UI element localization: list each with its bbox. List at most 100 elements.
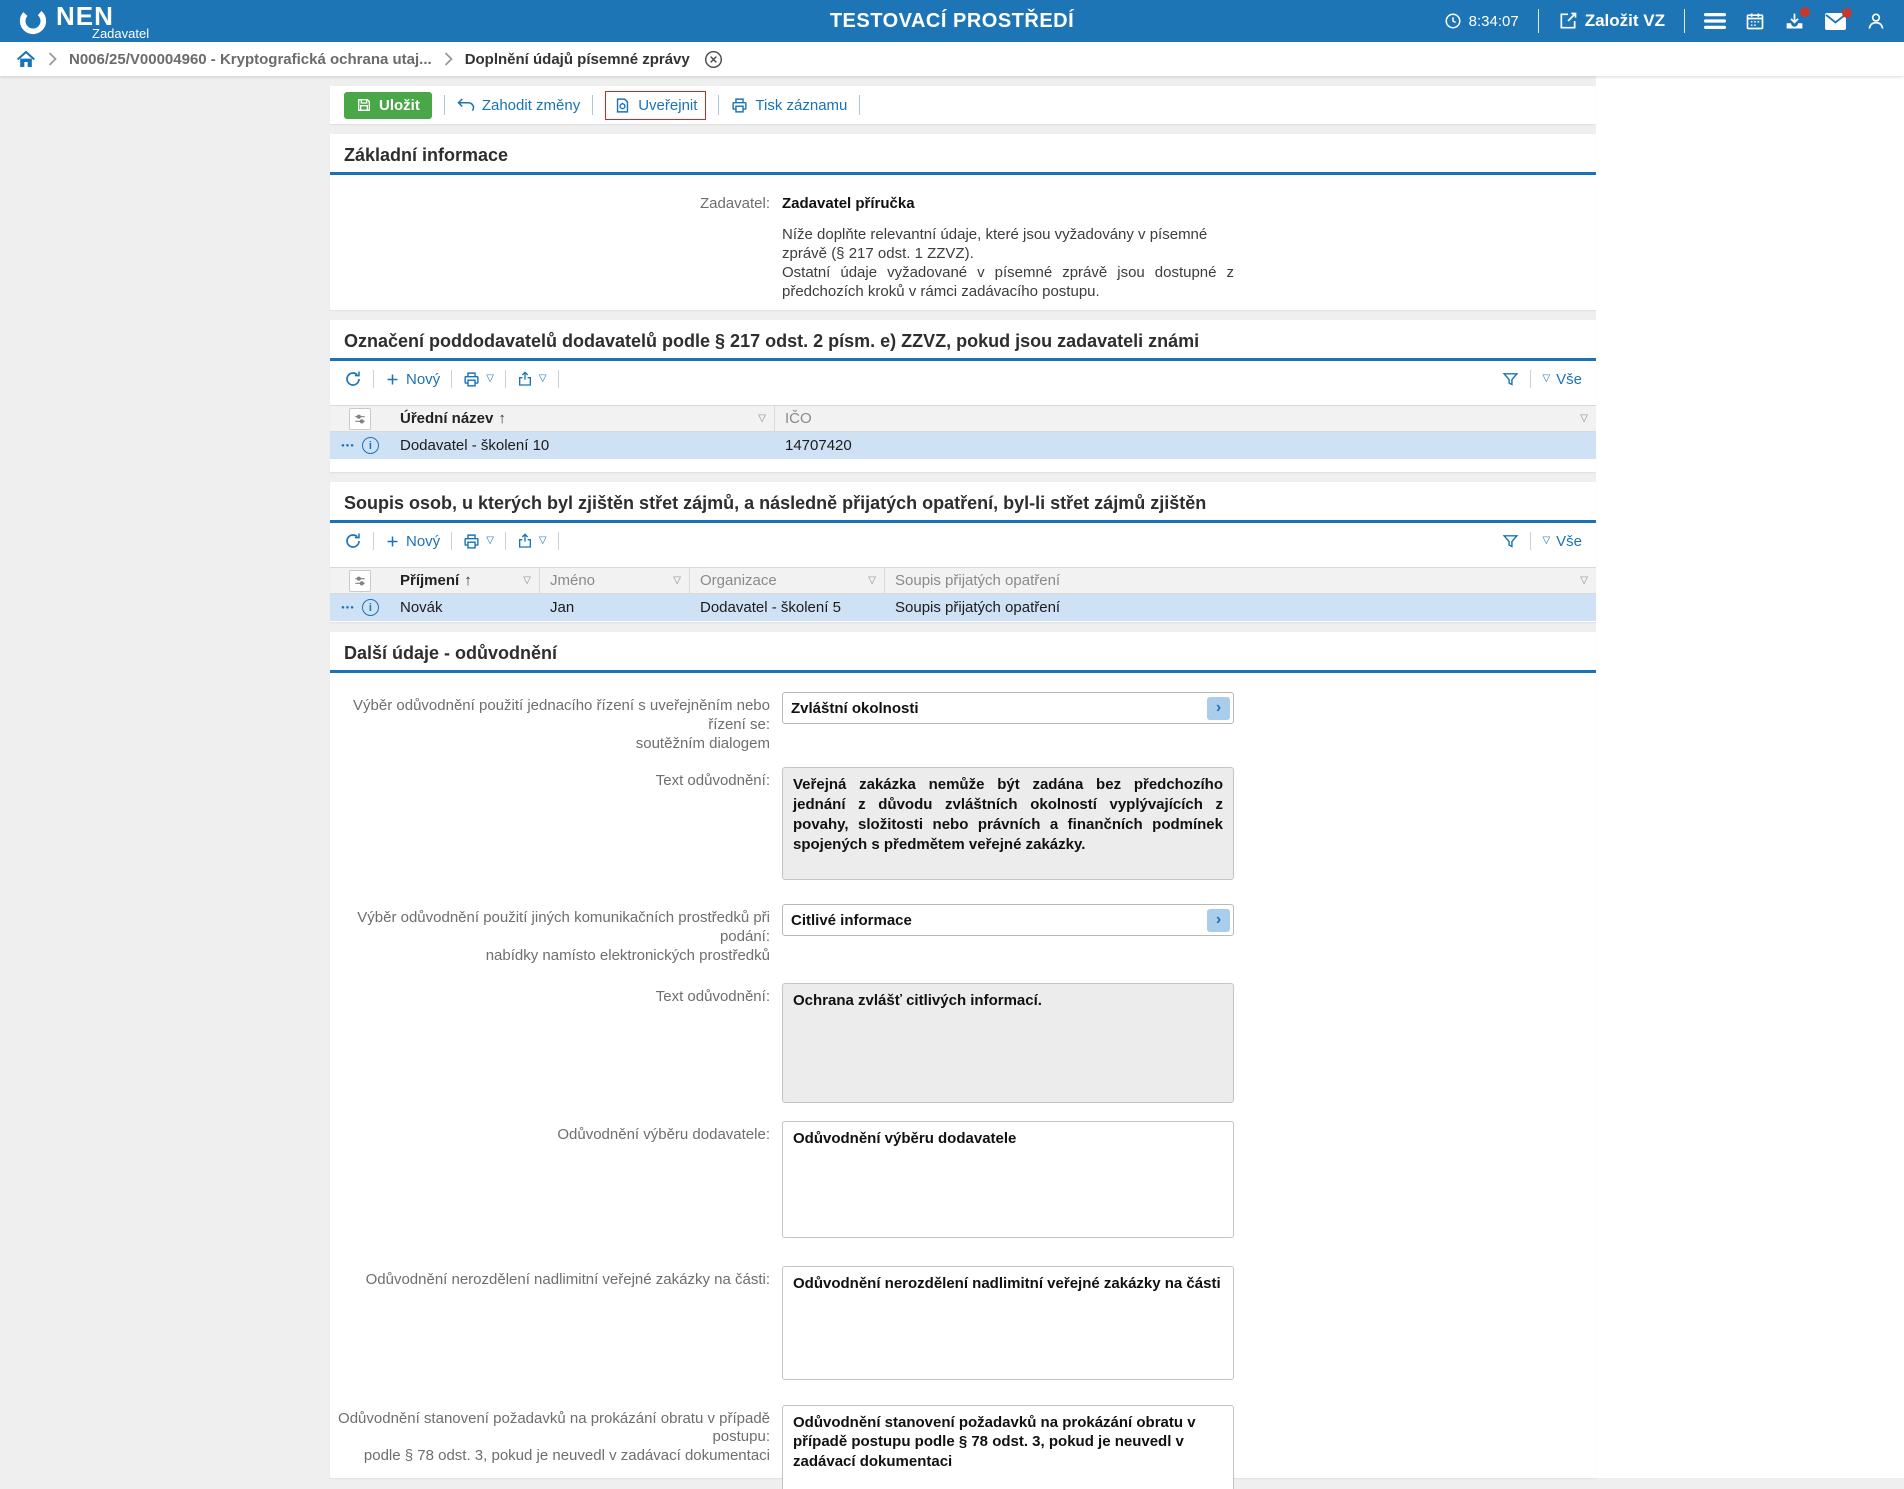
filter-icon[interactable] [1502, 371, 1519, 388]
note-line-2: Ostatní údaje vyžadované v písemné zpráv… [782, 263, 1234, 300]
table-header: Příjmení ↑ ▽ Jméno ▽ Organizace ▽ Soupis… [330, 567, 1596, 594]
reason-text-2-textarea[interactable]: Ochrana zvlášť citlivých informací. [782, 982, 1234, 1103]
cell-official-name: Dodavatel - školení 10 [400, 437, 550, 454]
create-vz-button[interactable]: Založit VZ [1558, 11, 1665, 31]
supplier-selection-reason-label: Odůvodnění výběru dodavatele: [557, 1125, 770, 1143]
save-icon [356, 97, 372, 113]
subcontractors-section: Označení poddodavatelů dodavatelů podle … [330, 320, 1596, 472]
screen: NEN Zadavatel TESTOVACÍ PROSTŘEDÍ 8:34:0… [0, 0, 1904, 1489]
reason-text-textarea[interactable]: Veřejná zakázka nemůže být zadána bez př… [782, 767, 1234, 881]
column-filter-icon[interactable]: ▽ [1580, 575, 1588, 586]
grid-toolbar: Nový ▽ ▽ ▽ Vše [330, 523, 1596, 559]
sort-asc-icon: ↑ [464, 572, 472, 589]
close-icon[interactable] [704, 50, 723, 69]
dropdown-triangle-icon: ▽ [1542, 535, 1551, 546]
user-icon[interactable] [1866, 11, 1886, 31]
divider [1537, 9, 1539, 33]
non-division-reason-label: Odůvodnění nerozdělení nadlimitní veřejn… [365, 1270, 770, 1288]
save-button[interactable]: Uložit [344, 91, 432, 119]
negotiated-procedure-reason-label: Výběr odůvodnění použití jednacího řízen… [353, 697, 770, 752]
info-icon[interactable]: i [361, 437, 379, 454]
divider [373, 532, 374, 550]
negotiated-procedure-reason-select[interactable]: Zvláštní okolnosti › [782, 692, 1234, 724]
new-row-button[interactable]: Nový [385, 533, 440, 550]
logo-subtitle: Zadavatel [92, 25, 150, 41]
turnover-requirements-reason-label: Odůvodnění stanovení požadavků na prokáz… [338, 1409, 770, 1465]
export-grid-button[interactable]: ▽ [517, 371, 547, 387]
nen-logo-icon [18, 6, 48, 36]
divider [504, 532, 506, 550]
chevron-right-icon [48, 52, 57, 66]
breadcrumb-item-procedure[interactable]: N006/25/V00004960 - Kryptografická ochra… [69, 51, 432, 68]
right-panel [1596, 76, 1904, 1478]
communication-means-reason-select[interactable]: Citlivé informace › [782, 904, 1234, 937]
column-settings-icon[interactable] [349, 569, 371, 592]
basic-info-section: Základní informace Zadavatel: Zadavatel … [330, 134, 1596, 310]
row-actions-icon[interactable]: ●●● [341, 605, 355, 611]
printer-icon [731, 97, 748, 114]
clock-display: 8:34:07 [1444, 12, 1519, 30]
mail-icon[interactable] [1824, 7, 1852, 31]
downloads-badge [1800, 6, 1810, 17]
column-header-official-name[interactable]: Úřední název ↑ ▽ [390, 406, 775, 431]
column-filter-icon[interactable]: ▽ [758, 413, 766, 424]
divider [373, 370, 374, 388]
info-icon[interactable]: i [361, 599, 379, 616]
cell-firstname: Jan [550, 599, 575, 616]
non-division-reason-textarea[interactable]: Odůvodnění nerozdělení nadlimitní veřejn… [782, 1265, 1234, 1380]
downloads-icon[interactable] [1784, 6, 1810, 32]
table-header: Úřední název ↑ ▽ IČO ▽ [330, 405, 1596, 432]
additional-form: Výběr odůvodnění použití jednacího řízen… [330, 673, 1596, 1489]
logo-text: NEN [56, 0, 114, 31]
column-settings-icon[interactable] [349, 407, 371, 430]
table-row[interactable]: ●●● i Dodavatel - školení 10 14707420 [330, 432, 1596, 459]
home-icon[interactable] [16, 50, 36, 69]
reason-text-label: Text odůvodnění: [655, 772, 770, 790]
filter-icon[interactable] [1502, 533, 1519, 550]
filter-all-button[interactable]: ▽ Vše [1542, 371, 1582, 388]
column-header-measures[interactable]: Soupis přijatých opatření ▽ [885, 568, 1596, 593]
contracting-authority-value: Zadavatel příručka [782, 195, 915, 212]
export-grid-button[interactable]: ▽ [517, 533, 547, 549]
open-lookup-icon[interactable]: › [1207, 696, 1230, 720]
column-filter-icon[interactable]: ▽ [673, 575, 681, 586]
topbar-actions: 8:34:07 Založit VZ [1444, 6, 1886, 33]
chevron-right-icon [444, 52, 453, 66]
menu-icon[interactable] [1704, 12, 1726, 30]
cell-ico: 14707420 [785, 437, 852, 454]
refresh-icon[interactable] [344, 532, 362, 550]
turnover-requirements-reason-textarea[interactable]: Odůvodnění stanovení požadavků na prokáz… [782, 1404, 1234, 1489]
print-record-button[interactable]: Tisk záznamu [731, 97, 847, 114]
print-grid-button[interactable]: ▽ [463, 533, 494, 550]
column-header-organization[interactable]: Organizace ▽ [690, 568, 885, 593]
section-underline [330, 172, 1596, 175]
open-lookup-icon[interactable]: › [1207, 908, 1230, 932]
grid-toolbar: Nový ▽ ▽ ▽ Vše [330, 361, 1596, 397]
divider [1530, 370, 1532, 388]
refresh-icon[interactable] [344, 370, 362, 388]
nen-logo[interactable]: NEN Zadavatel [18, 3, 149, 40]
section-title: Základní informace [344, 145, 509, 165]
column-filter-icon[interactable]: ▽ [1580, 413, 1588, 424]
print-grid-button[interactable]: ▽ [463, 371, 494, 388]
new-row-button[interactable]: Nový [385, 371, 440, 388]
divider [504, 370, 506, 388]
column-filter-icon[interactable]: ▽ [868, 575, 876, 586]
conflicts-section: Soupis osob, u kterých byl zjištěn střet… [330, 482, 1596, 622]
dropdown-triangle-icon: ▽ [1542, 373, 1551, 384]
publish-annotation-box: Uveřejnit [605, 90, 707, 120]
publish-button[interactable]: Uveřejnit [614, 97, 697, 114]
column-header-ico[interactable]: IČO ▽ [775, 406, 1596, 431]
row-actions-icon[interactable]: ●●● [341, 443, 355, 449]
column-header-surname[interactable]: Příjmení ↑ ▽ [390, 568, 540, 593]
column-header-firstname[interactable]: Jméno ▽ [540, 568, 690, 593]
calendar-icon[interactable] [1745, 11, 1765, 31]
column-filter-icon[interactable]: ▽ [523, 575, 531, 586]
undo-icon [457, 97, 475, 113]
edit-icon [1558, 11, 1578, 31]
discard-changes-button[interactable]: Zahodit změny [457, 97, 580, 114]
table-row[interactable]: ●●● i Novák Jan Dodavatel - školení 5 So… [330, 594, 1596, 621]
filter-all-button[interactable]: ▽ Vše [1542, 533, 1582, 550]
divider [557, 370, 559, 388]
supplier-selection-reason-textarea[interactable]: Odůvodnění výběru dodavatele [782, 1120, 1234, 1238]
